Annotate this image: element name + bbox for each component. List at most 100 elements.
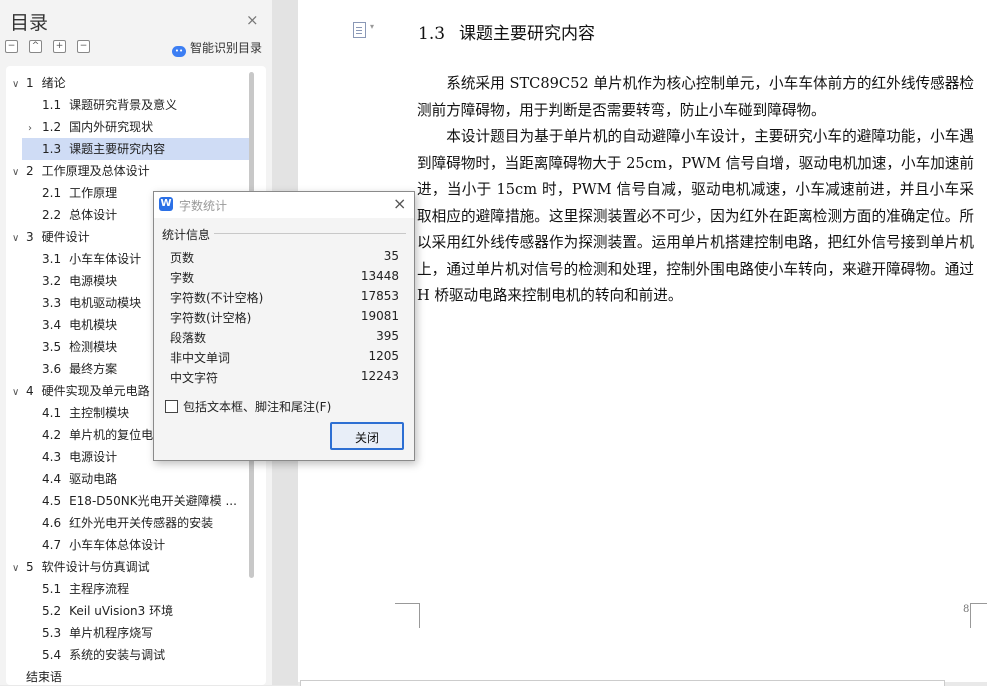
toc-item-label: 硬件实现及单元电路 — [41, 384, 150, 398]
remove-heading-icon[interactable]: − — [77, 40, 90, 53]
toc-item-number: 2.1 — [42, 186, 62, 200]
chevron-down-icon[interactable]: ▾ — [370, 22, 374, 31]
toc-item-number: 1 — [26, 76, 34, 90]
toc-item-number: 2 — [26, 164, 34, 178]
stat-row: 字符数(不计空格) 17853 — [170, 289, 399, 309]
body-paragraph: 本设计题目为基于单片机的自动避障小车设计，主要研究小车的避障功能，小车遇到障碍物… — [417, 128, 974, 304]
page-nav-icon[interactable] — [353, 22, 366, 38]
toc-item-label: 硬件设计 — [41, 230, 90, 244]
toc-item[interactable]: 结束语 — [6, 666, 266, 685]
stat-value: 35 — [383, 249, 399, 263]
stat-value: 17853 — [360, 289, 399, 303]
toc-item[interactable]: 1.3 课题主要研究内容 — [22, 138, 254, 160]
toc-item-number: 5.1 — [42, 582, 62, 596]
toc-item-label: 单片机程序烧写 — [69, 626, 154, 640]
horizontal-scrollbar[interactable] — [300, 680, 945, 686]
toc-item-number: 3.5 — [42, 340, 62, 354]
body-paragraph: 系统采用 STC89C52 单片机作为核心控制单元，小车车体前方的红外线传感器检… — [417, 75, 974, 119]
toc-item-label: 工作原理 — [69, 186, 118, 200]
chevron-down-icon[interactable]: ∨ — [12, 74, 26, 94]
toc-item-number: 5 — [26, 560, 34, 574]
section-heading-text: 课题主要研究内容 — [459, 24, 596, 44]
checkbox-box[interactable] — [165, 400, 178, 413]
collapse-all-icon[interactable]: − — [5, 40, 18, 53]
section-heading-number: 1.3 — [418, 24, 446, 44]
toc-item-label: 工作原理及总体设计 — [41, 164, 150, 178]
stat-value: 395 — [376, 329, 399, 343]
document-body[interactable]: 系统采用 STC89C52 单片机作为核心控制单元，小车车体前方的红外线传感器检… — [417, 71, 974, 310]
toc-item-number: 4.5 — [42, 494, 62, 508]
toc-item-number: 5.2 — [42, 604, 62, 618]
chevron-right-icon[interactable]: › — [28, 118, 42, 138]
toc-item[interactable]: 4.5 E18-D50NK光电开关避障模 ... — [22, 490, 254, 512]
dialog-titlebar[interactable]: W 字数统计 × — [154, 192, 414, 218]
toc-item-label: E18-D50NK光电开关避障模 ... — [69, 494, 237, 508]
chevron-up-icon[interactable]: ^ — [29, 40, 42, 53]
toc-item[interactable]: 5.1 主程序流程 — [22, 578, 254, 600]
stat-row: 页数 35 — [170, 249, 399, 269]
add-heading-icon[interactable]: + — [53, 40, 66, 53]
toc-item[interactable]: ∨ 5 软件设计与仿真调试 — [6, 556, 254, 578]
toc-item-label: 系统的安装与调试 — [69, 648, 166, 662]
stat-row: 字数 13448 — [170, 269, 399, 289]
toc-title: 目录 — [10, 12, 49, 34]
toc-item[interactable]: 4.7 小车车体总体设计 — [22, 534, 254, 556]
toc-item-label: 电机驱动模块 — [69, 296, 142, 310]
smart-toc-label: 智能识别目录 — [190, 41, 263, 55]
stat-label: 非中文单词 — [170, 351, 231, 365]
toc-item-label: 驱动电路 — [69, 472, 118, 486]
toc-item[interactable]: › 1.2 国内外研究现状 — [22, 116, 254, 138]
page-number: 8 — [963, 604, 970, 615]
toc-item-label: 总体设计 — [69, 208, 118, 222]
stat-value: 13448 — [360, 269, 399, 283]
toc-item-number: 3.3 — [42, 296, 62, 310]
toc-item-number: 4.7 — [42, 538, 62, 552]
close-dialog-button[interactable]: 关闭 — [330, 422, 404, 450]
include-textbox-footnote-checkbox[interactable]: 包括文本框、脚注和尾注(F) — [165, 398, 331, 415]
section-heading: 1.3 课题主要研究内容 — [418, 19, 609, 44]
stat-value: 1205 — [368, 349, 399, 363]
toc-item-label: 红外光电开关传感器的安装 — [69, 516, 214, 530]
stat-label: 中文字符 — [170, 371, 219, 385]
toc-item-label: 电机模块 — [69, 318, 118, 332]
toc-item[interactable]: 4.6 红外光电开关传感器的安装 — [22, 512, 254, 534]
toc-item-label: 小车车体设计 — [69, 252, 142, 266]
toc-item-number: 1.1 — [42, 98, 62, 112]
toc-item[interactable]: ∨ 1 绪论 — [6, 72, 254, 94]
toc-item[interactable]: 1.1 课题研究背景及意义 — [22, 94, 254, 116]
stat-row: 中文字符 12243 — [170, 369, 399, 389]
toc-item[interactable]: 5.3 单片机程序烧写 — [22, 622, 254, 644]
toc-item[interactable]: 4.4 驱动电路 — [22, 468, 254, 490]
stats-section-label: 统计信息 — [162, 228, 211, 242]
chevron-down-icon[interactable]: ∨ — [12, 558, 26, 578]
toc-item-number: 5.4 — [42, 648, 62, 662]
stat-row: 段落数 395 — [170, 329, 399, 349]
chevron-down-icon[interactable]: ∨ — [12, 382, 26, 402]
toc-item-label: 单片机的复位电 — [69, 428, 154, 442]
toc-item-label: 主程序流程 — [69, 582, 130, 596]
toc-item[interactable]: ∨ 2 工作原理及总体设计 — [6, 160, 254, 182]
chevron-down-icon[interactable]: ∨ — [12, 228, 26, 248]
toc-item-label: 课题主要研究内容 — [69, 142, 166, 156]
toc-item-number: 3.2 — [42, 274, 62, 288]
toc-item[interactable]: 5.2 Keil uVision3 环境 — [22, 600, 254, 622]
stat-label: 字符数(计空格) — [170, 311, 252, 325]
toc-item-label: 电源设计 — [69, 450, 118, 464]
chevron-down-icon[interactable]: ∨ — [12, 162, 26, 182]
stat-label: 字符数(不计空格) — [170, 291, 264, 305]
smart-toc-button[interactable]: •• 智能识别目录 — [172, 39, 262, 57]
crop-mark-left — [395, 603, 420, 628]
toc-item[interactable]: 5.4 系统的安装与调试 — [22, 644, 254, 666]
toc-item-number: 2.2 — [42, 208, 62, 222]
toc-item-label: 电源模块 — [69, 274, 118, 288]
stat-row: 字符数(计空格) 19081 — [170, 309, 399, 329]
stat-value: 19081 — [360, 309, 399, 323]
close-icon[interactable]: × — [393, 194, 406, 213]
crop-mark-right — [970, 603, 987, 628]
toc-item-number: 1.3 — [42, 142, 62, 156]
close-icon[interactable]: × — [246, 11, 259, 29]
stat-label: 段落数 — [170, 331, 207, 345]
toc-item-number: 3.4 — [42, 318, 62, 332]
stat-row: 非中文单词 1205 — [170, 349, 399, 369]
wps-logo-icon: W — [159, 197, 173, 211]
